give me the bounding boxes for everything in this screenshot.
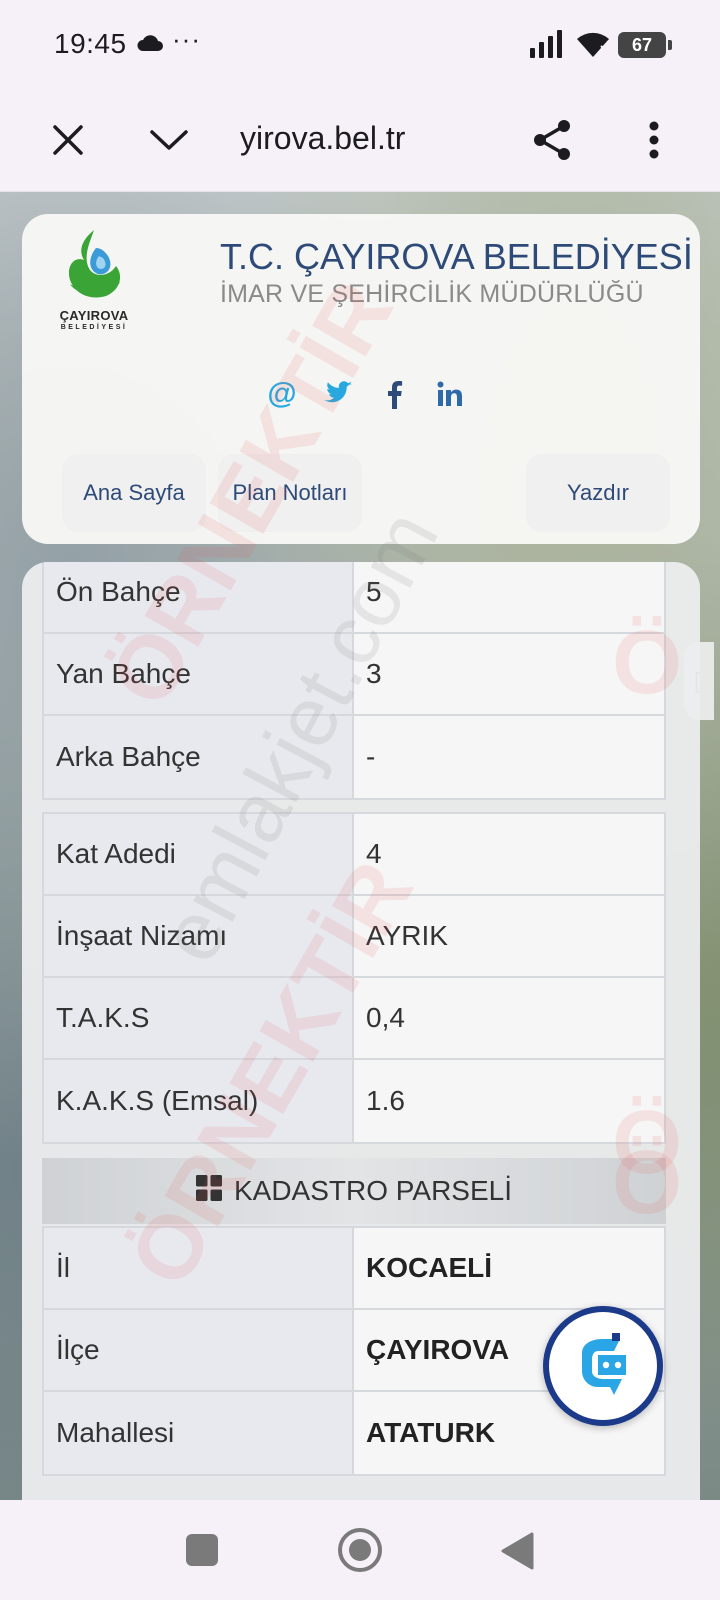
table-row: T.A.K.S 0,4 (44, 978, 664, 1060)
system-navigation-bar (0, 1500, 720, 1600)
header-card: ÇAYIROVA BELEDİYESİ T.C. ÇAYIROVA BELEDİ… (22, 214, 700, 544)
url-field[interactable]: yirova.bel.tr (240, 112, 490, 164)
row-value: KOCAELİ (354, 1228, 664, 1308)
row-label: Kat Adedi (44, 814, 354, 894)
org-subtitle: İMAR VE ŞEHİRCİLİK MÜDÜRLÜĞÜ (220, 280, 644, 308)
row-label: T.A.K.S (44, 978, 354, 1058)
row-label: Ön Bahçe (44, 562, 354, 632)
grid-icon (195, 1174, 222, 1208)
status-time: 19:45 (54, 28, 127, 59)
org-title: T.C. ÇAYIROVA BELEDİYESİ (220, 236, 693, 277)
chat-assistant-button[interactable] (543, 1306, 663, 1426)
battery-icon: 67 (618, 32, 672, 58)
chat-bot-icon (582, 1333, 626, 1395)
table-row: Yan Bahçe 3 (44, 634, 664, 716)
table-row: K.A.K.S (Emsal) 1.6 (44, 1060, 664, 1142)
row-label: İnşaat Nizamı (44, 896, 354, 976)
chevron-down-icon[interactable] (143, 114, 195, 166)
more-notifications-icon: ··· (172, 24, 201, 54)
row-value: 5 (354, 562, 664, 632)
web-content: ÇAYIROVA BELEDİYESİ T.C. ÇAYIROVA BELEDİ… (0, 192, 720, 1500)
logo-text: ÇAYIROVA (59, 308, 129, 323)
wifi-icon (575, 30, 611, 63)
row-value: 3 (354, 634, 664, 714)
home-button[interactable] (338, 1528, 382, 1572)
share-icon[interactable] (526, 114, 578, 166)
recents-button[interactable] (186, 1534, 218, 1566)
nav-plan-notes-button[interactable]: Plan Notları (218, 454, 362, 532)
facebook-icon[interactable] (376, 376, 412, 412)
row-value: 4 (354, 814, 664, 894)
cadastre-section-header: KADASTRO PARSELİ (42, 1158, 666, 1224)
twitter-icon[interactable] (320, 376, 356, 412)
table-row: İl KOCAELİ (44, 1228, 664, 1310)
signal-icon (530, 30, 564, 63)
row-label: Yan Bahçe (44, 634, 354, 714)
table-row: Kat Adedi 4 (44, 814, 664, 896)
row-label: İl (44, 1228, 354, 1308)
row-label: Mahallesi (44, 1392, 354, 1474)
table-row: İnşaat Nizamı AYRIK (44, 896, 664, 978)
cloud-icon (136, 34, 164, 57)
row-value: 0,4 (354, 978, 664, 1058)
building-table: Kat Adedi 4 İnşaat Nizamı AYRIK T.A.K.S … (42, 812, 666, 1144)
nav-home-button[interactable]: Ana Sayfa (62, 454, 206, 532)
row-value: - (354, 716, 664, 798)
more-vert-icon[interactable] (628, 114, 680, 166)
email-icon[interactable]: @ (264, 376, 300, 412)
row-label: Arka Bahçe (44, 716, 354, 798)
linkedin-icon[interactable] (432, 376, 468, 412)
table-row: Ön Bahçe 5 (44, 562, 664, 634)
row-label: İlçe (44, 1310, 354, 1390)
row-value: 1.6 (354, 1060, 664, 1142)
status-bar: 19:45 ··· 67 (0, 0, 720, 88)
nav-print-button[interactable]: Yazdır (526, 454, 670, 532)
section-title: KADASTRO PARSELİ (233, 1175, 512, 1206)
browser-toolbar: yirova.bel.tr (0, 88, 720, 192)
logo-subtext: BELEDİYESİ (60, 324, 128, 331)
setbacks-table: Ön Bahçe 5 Yan Bahçe 3 Arka Bahçe - (42, 562, 666, 800)
social-links: @ (264, 374, 468, 414)
table-row: Arka Bahçe - (44, 716, 664, 798)
row-value: AYRIK (354, 896, 664, 976)
back-button[interactable] (500, 1532, 534, 1575)
row-label: K.A.K.S (Emsal) (44, 1060, 354, 1142)
close-icon[interactable] (42, 114, 94, 166)
